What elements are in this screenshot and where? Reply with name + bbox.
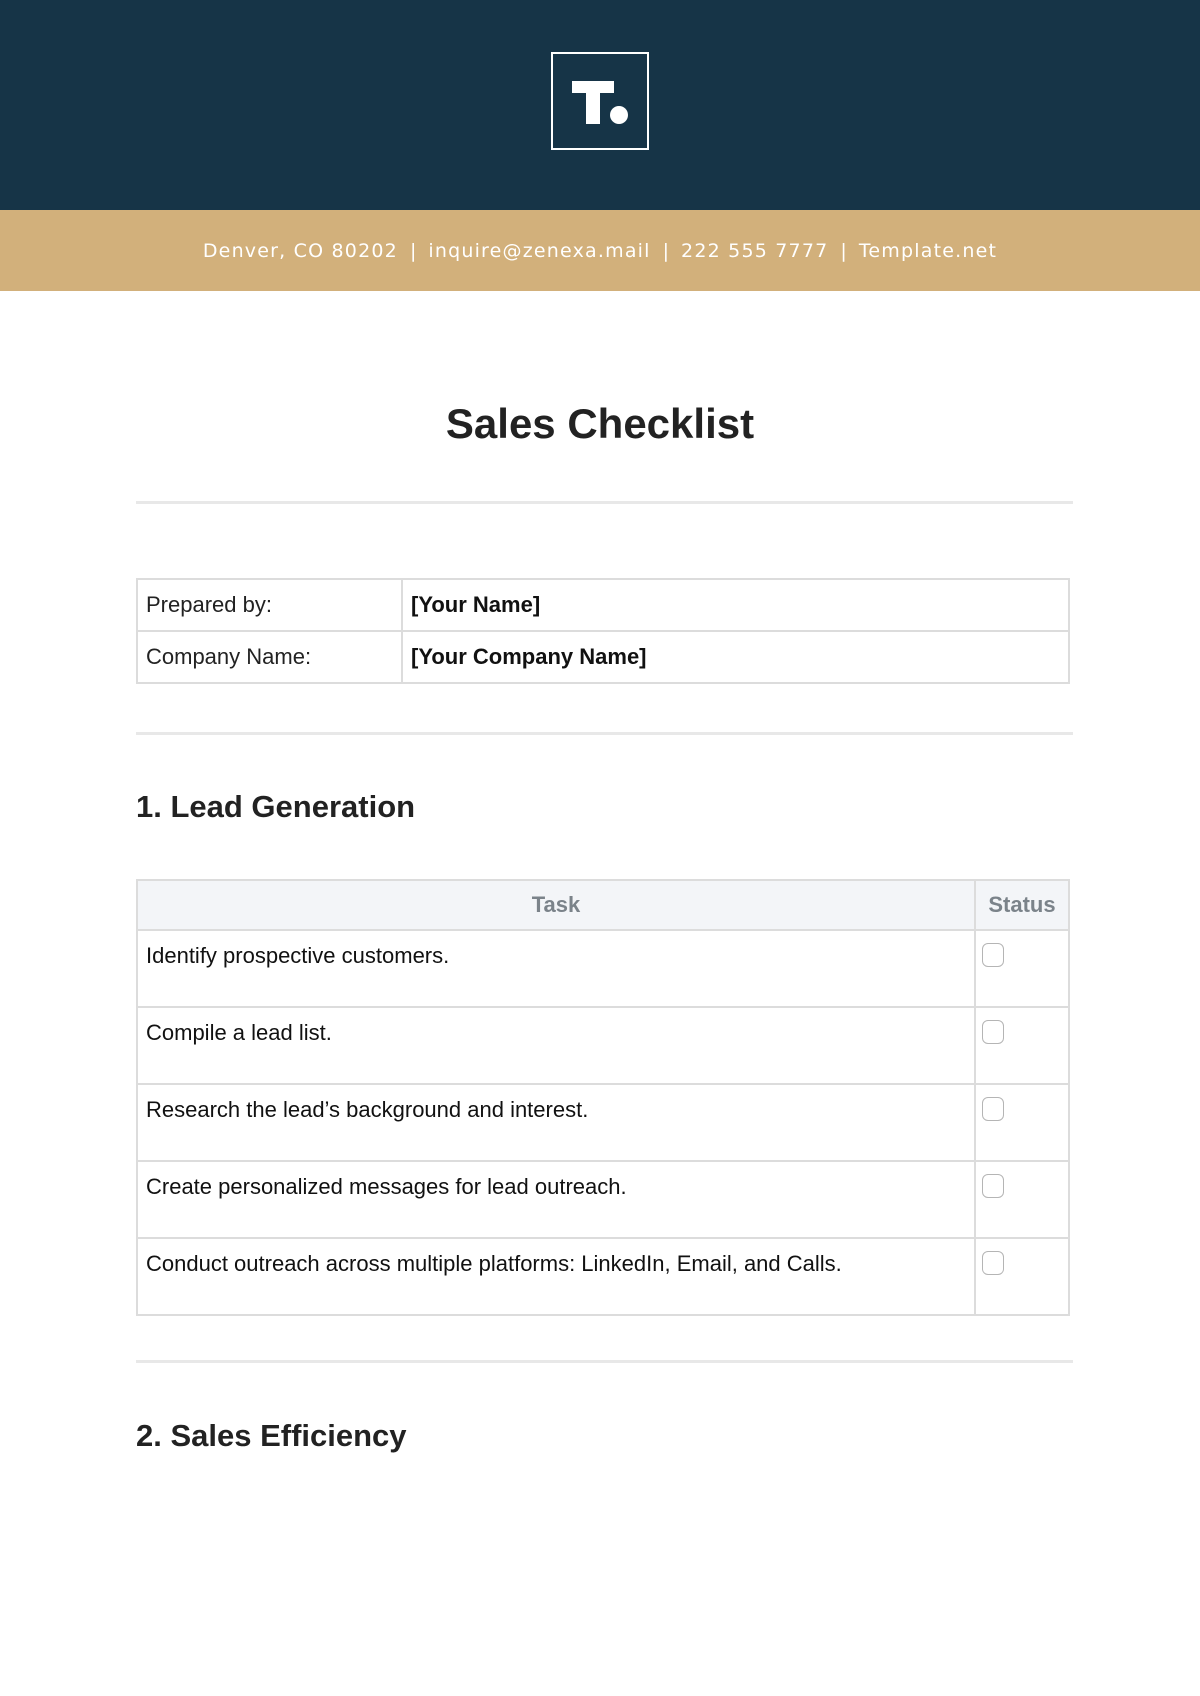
contact-separator: | xyxy=(840,239,847,262)
status-cell xyxy=(974,1160,1070,1239)
info-value-name[interactable]: [Your Name] xyxy=(401,578,1070,632)
table-row: Conduct outreach across multiple platfor… xyxy=(136,1237,1070,1316)
task-text: Research the lead’s background and inter… xyxy=(136,1083,976,1162)
task-text: Identify prospective customers. xyxy=(136,929,976,1008)
status-checkbox[interactable] xyxy=(982,1174,1004,1198)
info-row-company: Company Name: [Your Company Name] xyxy=(136,630,1070,684)
column-header-task: Task xyxy=(136,879,976,931)
contact-address: Denver, CO 80202 xyxy=(202,239,398,262)
info-value-company[interactable]: [Your Company Name] xyxy=(401,630,1070,684)
document-title: Sales Checklist xyxy=(445,400,755,447)
task-text: Conduct outreach across multiple platfor… xyxy=(136,1237,976,1316)
info-table: Prepared by: [Your Name] Company Name: [… xyxy=(136,578,1070,684)
section-heading-sales-efficiency: 2. Sales Efficiency xyxy=(136,1418,407,1453)
logo-glyph xyxy=(572,81,628,124)
table-row: Compile a lead list. xyxy=(136,1006,1070,1085)
divider xyxy=(136,501,1073,504)
task-text: Create personalized messages for lead ou… xyxy=(136,1160,976,1239)
table-row: Identify prospective customers. xyxy=(136,929,1070,1008)
header-banner xyxy=(0,0,1200,210)
status-checkbox[interactable] xyxy=(982,943,1004,967)
table-header-row: Task Status xyxy=(136,879,1070,931)
divider xyxy=(136,1360,1073,1363)
table-row: Research the lead’s background and inter… xyxy=(136,1083,1070,1162)
status-cell xyxy=(974,929,1070,1008)
status-cell xyxy=(974,1237,1070,1316)
contact-phone: 222 555 7777 xyxy=(681,239,829,262)
column-header-status: Status xyxy=(974,879,1070,931)
divider xyxy=(136,732,1073,735)
task-text: Compile a lead list. xyxy=(136,1006,976,1085)
contact-separator: | xyxy=(662,239,670,262)
template-logo-icon xyxy=(551,52,649,150)
info-label: Prepared by: xyxy=(136,578,403,632)
status-checkbox[interactable] xyxy=(982,1251,1004,1275)
table-row: Create personalized messages for lead ou… xyxy=(136,1160,1070,1239)
status-cell xyxy=(974,1006,1070,1085)
contact-email: inquire@zenexa.mail xyxy=(428,239,651,262)
contact-separator: | xyxy=(409,239,417,262)
info-label: Company Name: xyxy=(136,630,403,684)
status-checkbox[interactable] xyxy=(982,1097,1004,1121)
info-row-prepared-by: Prepared by: [Your Name] xyxy=(136,578,1070,632)
status-cell xyxy=(974,1083,1070,1162)
lead-generation-table: Task Status Identify prospective custome… xyxy=(136,879,1070,1316)
contact-website: Template.net xyxy=(858,239,998,262)
contact-bar: Denver, CO 80202 | inquire@zenexa.mail |… xyxy=(0,210,1200,291)
section-heading-lead-generation: 1. Lead Generation xyxy=(136,789,416,824)
status-checkbox[interactable] xyxy=(982,1020,1004,1044)
